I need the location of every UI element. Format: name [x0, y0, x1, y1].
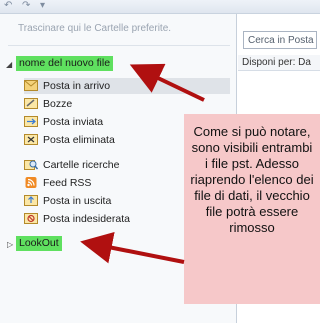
arrow-to-new-file [129, 63, 205, 102]
arrow-to-lookout [80, 231, 185, 264]
annotation-arrows [80, 63, 205, 264]
